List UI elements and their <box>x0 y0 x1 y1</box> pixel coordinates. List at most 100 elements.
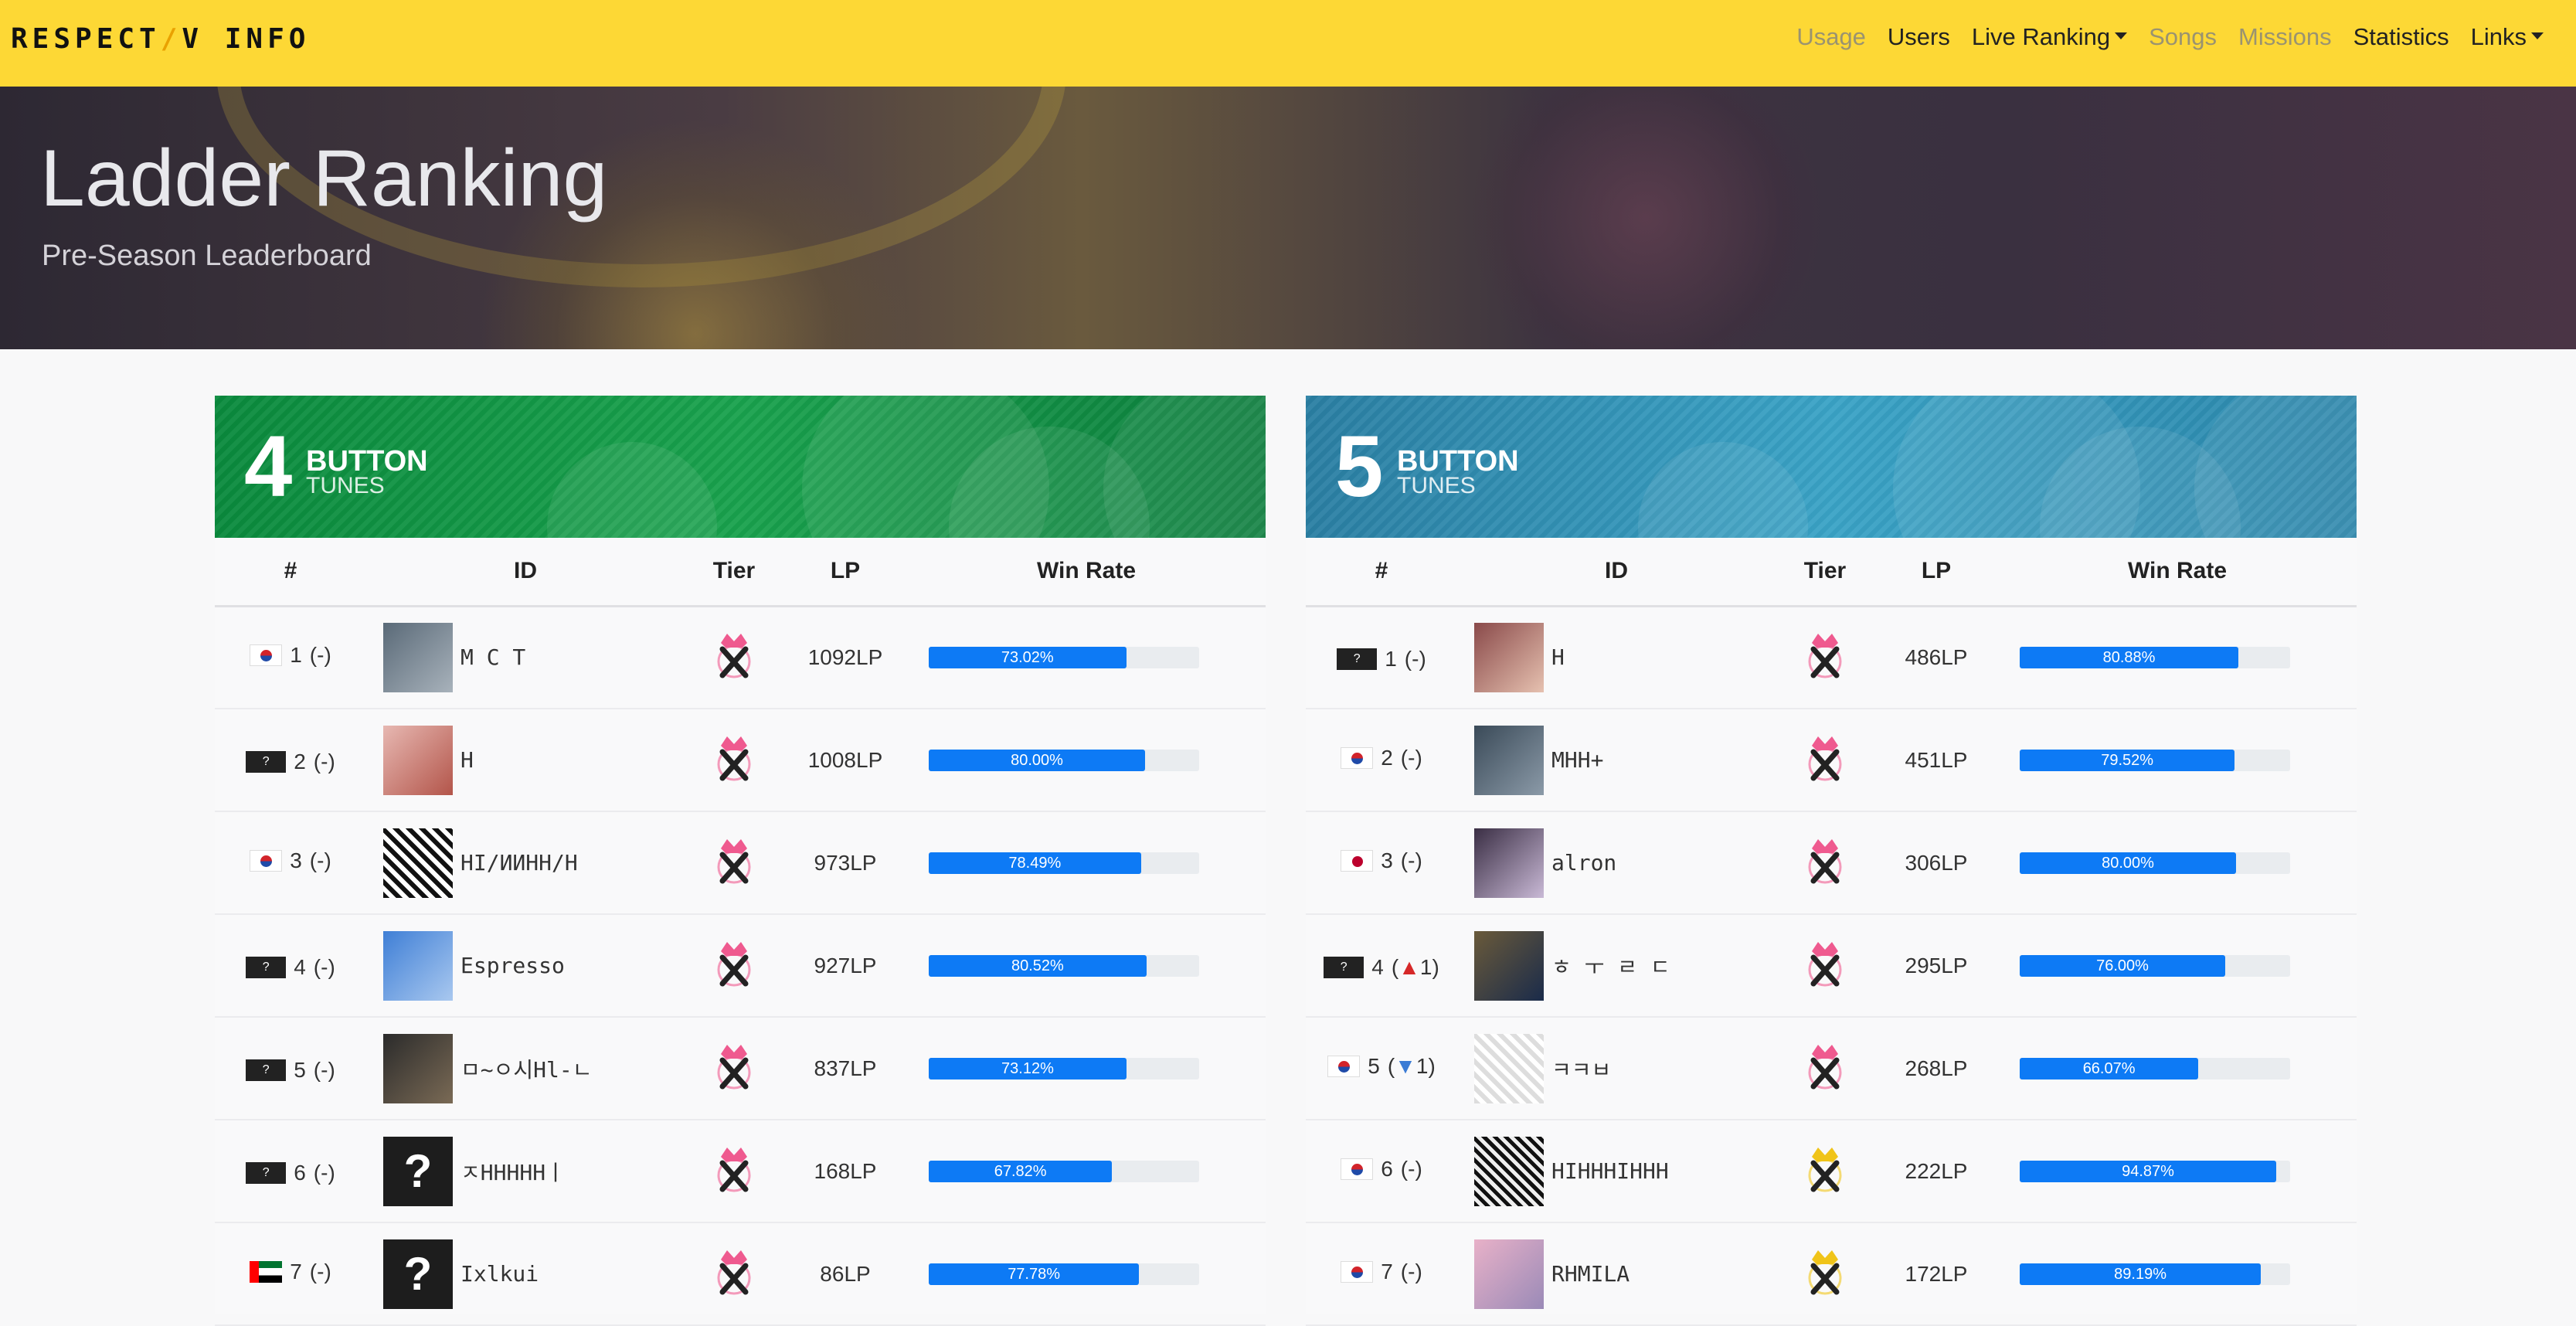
player-name[interactable]: H <box>460 747 474 773</box>
column-header-rank[interactable]: # <box>1306 538 1457 607</box>
player-link[interactable]: ㅁ~ㅇ시Hl-ㄴ <box>366 1033 685 1103</box>
column-header-lp[interactable]: LP <box>1874 538 1998 607</box>
rank-cell: 1 (-) <box>215 606 366 709</box>
nav-links: Usage Users Live Ranking Songs Missions Stati… <box>1786 22 2554 53</box>
arrow-down-icon: ▼ <box>1395 1054 1416 1078</box>
player-link[interactable]: ? ㅈHHHHHㅣ <box>366 1136 685 1206</box>
column-header-win-rate[interactable]: Win Rate <box>907 538 1266 607</box>
table-row[interactable]: 5 (▼1) ㅋㅋㅂ 268LP 66.07% <box>1306 1017 2357 1120</box>
player-link[interactable]: MHH+ <box>1457 725 1776 795</box>
banner-tunes-label: TUNES <box>1397 473 1476 498</box>
player-name[interactable]: Espresso <box>460 953 565 978</box>
win-rate-label: 80.52% <box>1011 957 1064 974</box>
player-cell: ㅁ~ㅇ시Hl-ㄴ <box>366 1017 685 1120</box>
nav-item-label: Statistics <box>2353 23 2449 50</box>
lp-value: 306LP <box>1874 811 1998 915</box>
brand-logo[interactable]: RESPECT/V INFO <box>11 23 310 55</box>
player-link[interactable]: ㅋㅋㅂ <box>1457 1033 1776 1103</box>
nav-item-users[interactable]: Users <box>1877 22 1961 53</box>
lp-value: 1092LP <box>783 606 907 709</box>
tier-badge-icon <box>717 839 751 884</box>
tier-badge-icon <box>717 942 751 987</box>
player-link[interactable]: H <box>1457 622 1776 692</box>
player-cell: alron <box>1457 811 1776 915</box>
country-flag-icon: ? <box>1324 957 1364 978</box>
tier-badge-icon <box>1808 1148 1842 1192</box>
banner-button-label: BUTTON <box>1397 445 1519 478</box>
player-name[interactable]: H <box>1551 644 1565 670</box>
win-rate-cell: 80.88% <box>1998 606 2357 709</box>
tier-cell <box>1776 811 1874 915</box>
column-header-id[interactable]: ID <box>1457 538 1776 607</box>
rank-cell: ? 4 (-) <box>215 914 366 1018</box>
win-rate-bar: 79.52% <box>2020 749 2290 771</box>
nav-item-live-ranking[interactable]: Live Ranking <box>1961 22 2138 53</box>
table-row[interactable]: 7 (-) RHMILA 172LP 89.19% <box>1306 1222 2357 1326</box>
lp-value: 837LP <box>783 1017 907 1120</box>
player-name[interactable]: alron <box>1551 850 1616 876</box>
player-link[interactable]: RHMILA <box>1457 1239 1776 1309</box>
player-link[interactable]: ? Ixlkui <box>366 1239 685 1309</box>
player-name[interactable]: ㅋㅋㅂ <box>1551 1053 1611 1084</box>
player-name[interactable]: HI/ИИHH/H <box>460 850 578 876</box>
nav-item-usage[interactable]: Usage <box>1786 22 1877 53</box>
lp-value: 86LP <box>783 1222 907 1326</box>
column-header-lp[interactable]: LP <box>783 538 907 607</box>
table-row[interactable]: ? 5 (-) ㅁ~ㅇ시Hl-ㄴ 837LP 73.12% <box>215 1017 1266 1120</box>
table-row[interactable]: 3 (-) HI/ИИHH/H 973LP 78.49% <box>215 811 1266 915</box>
player-name[interactable]: Ixlkui <box>460 1261 539 1287</box>
win-rate-cell: 73.12% <box>907 1017 1266 1120</box>
player-link[interactable]: HI/ИИHH/H <box>366 828 685 898</box>
nav-item-songs[interactable]: Songs <box>2138 22 2228 53</box>
rank-wrap: ? 5 (-) <box>246 1058 335 1083</box>
player-name[interactable]: ㅁ~ㅇ시Hl-ㄴ <box>460 1053 592 1084</box>
column-header-tier[interactable]: Tier <box>1776 538 1874 607</box>
win-rate-bar: 80.00% <box>929 749 1199 771</box>
player-name[interactable]: ㅈHHHHHㅣ <box>460 1156 566 1187</box>
ranking-table-body: ? 1 (-) H 486LP 80.88% 2 (-) MHH+ 451LP 79.52% 3 (-)… <box>1306 606 2357 1326</box>
player-name[interactable]: MHH+ <box>1551 747 1603 773</box>
table-row[interactable]: 1 (-) M C T 1092LP 73.02% <box>215 606 1266 709</box>
country-flag-icon <box>1341 747 1374 769</box>
rank-number: 6 <box>294 1161 306 1185</box>
player-link[interactable]: ㅎ ㅜ ㄹ ㄷ <box>1457 930 1776 1001</box>
player-link[interactable]: Espresso <box>366 930 685 1001</box>
player-name[interactable]: M C T <box>460 644 525 670</box>
player-cell: ? Ixlkui <box>366 1222 685 1326</box>
rank-change-paren: ( <box>1391 955 1399 979</box>
player-name[interactable]: ㅎ ㅜ ㄹ ㄷ <box>1551 950 1670 981</box>
arrow-up-icon: ▲ <box>1398 955 1420 979</box>
table-row[interactable]: 2 (-) MHH+ 451LP 79.52% <box>1306 709 2357 812</box>
rank-change-paren: ) <box>1428 1054 1436 1078</box>
column-header-rank[interactable]: # <box>215 538 366 607</box>
table-row[interactable]: 6 (-) HIHHHIHHH 222LP 94.87% <box>1306 1120 2357 1223</box>
player-link[interactable]: alron <box>1457 828 1776 898</box>
win-rate-cell: 79.52% <box>1998 709 2357 812</box>
player-link[interactable]: H <box>366 725 685 795</box>
table-row[interactable]: ? 2 (-) H 1008LP 80.00% <box>215 709 1266 812</box>
win-rate-label: 80.00% <box>1011 751 1063 769</box>
nav-item-missions[interactable]: Missions <box>2228 22 2343 53</box>
column-header-win-rate[interactable]: Win Rate <box>1998 538 2357 607</box>
rank-cell: 5 (▼1) <box>1306 1017 1457 1120</box>
win-rate-bar: 78.49% <box>929 852 1199 874</box>
win-rate-bar: 80.52% <box>929 954 1199 977</box>
column-header-id[interactable]: ID <box>366 538 685 607</box>
table-row[interactable]: 7 (-)? Ixlkui 86LP 77.78% <box>215 1222 1266 1326</box>
player-name[interactable]: RHMILA <box>1551 1261 1630 1287</box>
win-rate-label: 94.87% <box>2122 1162 2174 1180</box>
table-row[interactable]: 3 (-) alron 306LP 80.00% <box>1306 811 2357 915</box>
table-row[interactable]: ? 1 (-) H 486LP 80.88% <box>1306 606 2357 709</box>
player-link[interactable]: M C T <box>366 622 685 692</box>
banner-decoration <box>1103 396 1266 538</box>
table-row[interactable]: ? 4 (▲1) ㅎ ㅜ ㄹ ㄷ 295LP 76.00% <box>1306 914 2357 1018</box>
column-header-tier[interactable]: Tier <box>685 538 783 607</box>
nav-item-statistics[interactable]: Statistics <box>2343 22 2460 53</box>
tier-cell <box>685 1222 783 1326</box>
player-link[interactable]: HIHHHIHHH <box>1457 1136 1776 1206</box>
nav-item-links[interactable]: Links <box>2460 22 2554 53</box>
table-row[interactable]: ? 6 (-)? ㅈHHHHHㅣ 168LP 67.82% <box>215 1120 1266 1223</box>
table-row[interactable]: ? 4 (-) Espresso 927LP 80.52% <box>215 914 1266 1018</box>
player-name[interactable]: HIHHHIHHH <box>1551 1158 1669 1184</box>
win-rate-cell: 89.19% <box>1998 1222 2357 1326</box>
